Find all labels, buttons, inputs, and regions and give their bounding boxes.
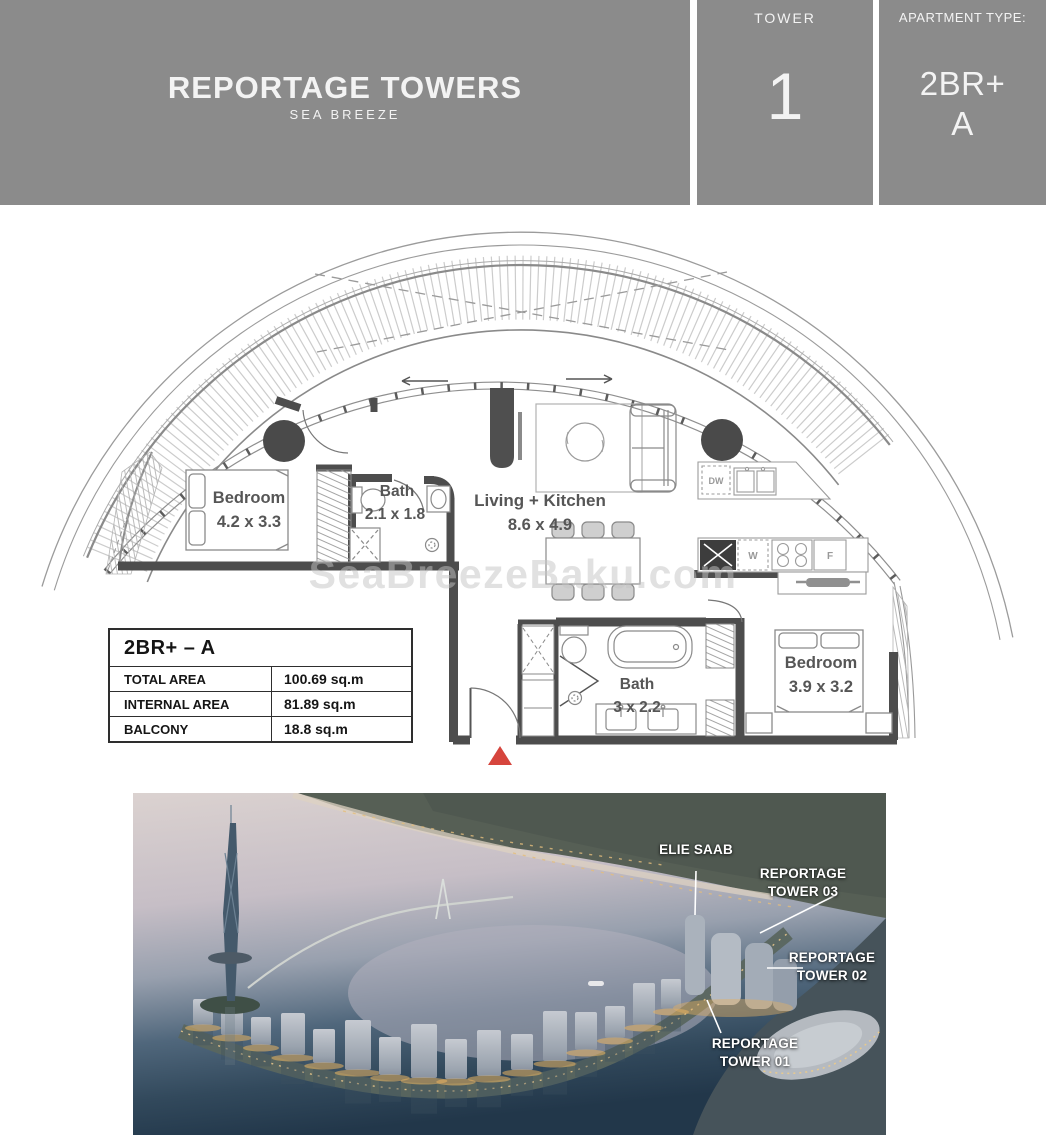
- header-apartment-box: APARTMENT TYPE: 2BR+ A: [879, 0, 1046, 205]
- photo-label-elie-saab: ELIE SAAB: [633, 841, 759, 859]
- column: [263, 420, 305, 462]
- watermark: SeaBreezeBaku.com: [309, 551, 738, 597]
- room-dims: 3 x 2.2: [613, 699, 660, 716]
- floorplan-page: REPORTAGE TOWERS SEA BREEZE TOWER 1 APAR…: [0, 0, 1046, 1146]
- fridge-label: F: [827, 551, 833, 562]
- room-label: Bath: [620, 676, 654, 693]
- aerial-photo-art: [133, 793, 886, 1135]
- room-dims: 2.1 x 1.8: [365, 506, 426, 523]
- page-title: REPORTAGE TOWERS: [0, 70, 690, 106]
- apartment-type-value: 2BR+ A: [879, 64, 1046, 143]
- tv-wall: [490, 388, 522, 468]
- header-tower-box: TOWER 1: [697, 0, 873, 205]
- room-dims: 3.9 x 3.2: [789, 678, 853, 696]
- header-title-box: REPORTAGE TOWERS SEA BREEZE: [0, 0, 690, 205]
- table-row: BALCONY 18.8 sq.m: [110, 716, 411, 741]
- tower-value: 1: [697, 58, 873, 134]
- dishwasher-label: DW: [709, 476, 724, 486]
- photo-label-tower-01: REPORTAGE TOWER 01: [691, 1035, 819, 1071]
- living-furniture: [536, 404, 676, 492]
- aerial-photo: ELIE SAAB REPORTAGE TOWER 03 REPORTAGE T…: [133, 793, 886, 1135]
- room-label: Bedroom: [785, 654, 857, 672]
- entry-marker: [488, 746, 512, 765]
- boat: [588, 981, 604, 986]
- room-label: Living + Kitchen: [474, 491, 606, 510]
- tower-label: TOWER: [697, 10, 873, 26]
- bedroom1-bed: [186, 470, 288, 550]
- room-dims: 4.2 x 3.3: [217, 513, 281, 531]
- area-table: 2BR+ – A TOTAL AREA 100.69 sq.m INTERNAL…: [108, 628, 413, 743]
- hall-closet: [522, 626, 554, 736]
- sliding-door-arrows: [402, 375, 612, 385]
- apartment-type-label: APARTMENT TYPE:: [879, 10, 1046, 25]
- photo-label-tower-02: REPORTAGE TOWER 02: [778, 949, 886, 985]
- room-label: Bedroom: [213, 489, 285, 507]
- page-subtitle: SEA BREEZE: [0, 107, 690, 122]
- column: [701, 419, 743, 461]
- room-label: Bath: [380, 483, 414, 500]
- photo-label-tower-03: REPORTAGE TOWER 03: [741, 865, 865, 901]
- table-row: INTERNAL AREA 81.89 sq.m: [110, 691, 411, 716]
- area-table-title: 2BR+ – A: [110, 630, 411, 666]
- table-row: TOTAL AREA 100.69 sq.m: [110, 666, 411, 691]
- room-dims: 8.6 x 4.9: [508, 516, 572, 534]
- washer-label: W: [748, 551, 758, 562]
